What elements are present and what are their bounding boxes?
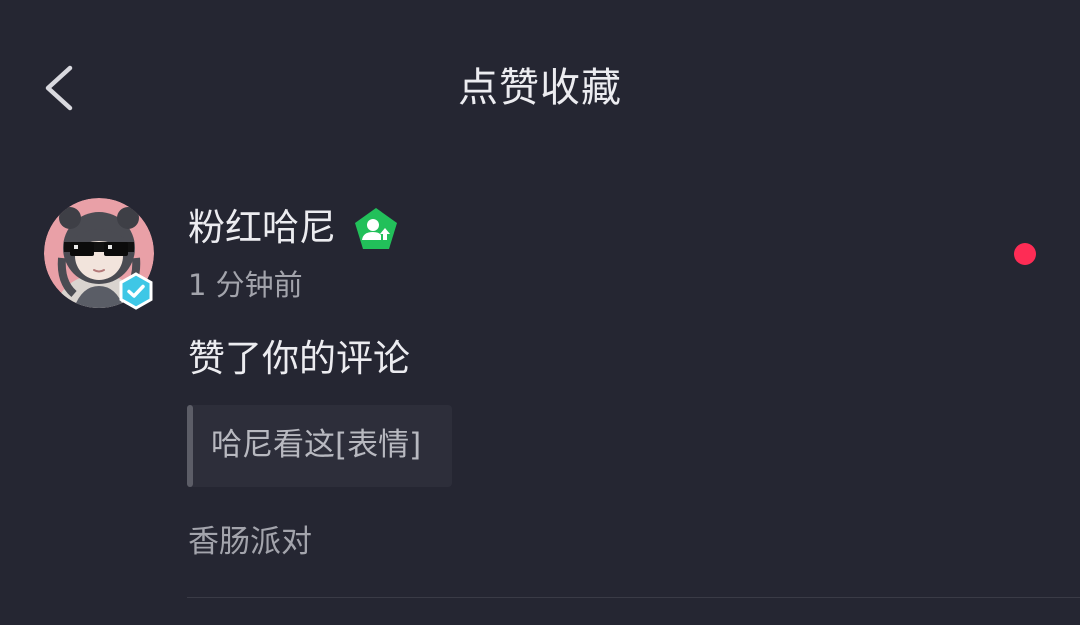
- likes-favorites-screen: 点赞收藏 粉红哈尼 1 分钟前 赞了你的评论 哈尼看这[表情] 香肠派对: [0, 0, 1080, 625]
- divider: [187, 597, 1080, 598]
- unread-indicator: [1014, 243, 1036, 265]
- notification-time: 1 分钟前: [188, 268, 303, 302]
- username[interactable]: 粉红哈尼: [188, 204, 336, 252]
- notification-item[interactable]: 粉红哈尼 1 分钟前 赞了你的评论 哈尼看这[表情] 香肠派对: [0, 190, 1080, 600]
- notification-action: 赞了你的评论: [188, 337, 410, 380]
- quoted-comment[interactable]: 哈尼看这[表情]: [187, 405, 452, 487]
- verified-check-icon: [117, 272, 155, 310]
- quote-bar: [187, 405, 193, 487]
- page-title: 点赞收藏: [458, 65, 622, 111]
- quoted-comment-text: 哈尼看这[表情]: [211, 427, 422, 463]
- source-title[interactable]: 香肠派对: [188, 520, 312, 564]
- user-level-up-icon: [353, 206, 399, 252]
